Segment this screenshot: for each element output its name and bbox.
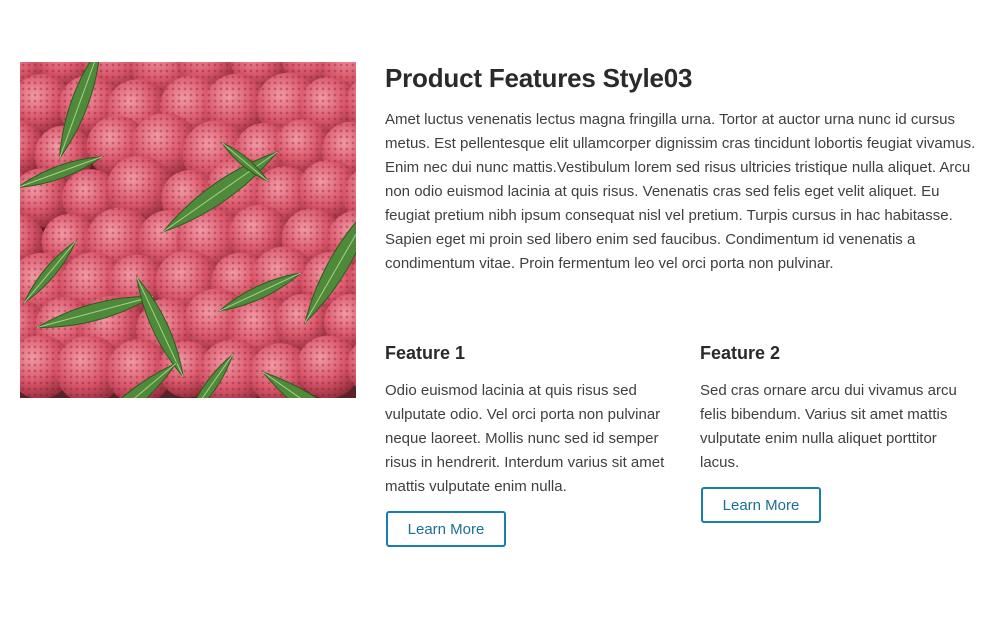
intro-paragraph: Amet luctus venenatis lectus magna fring…	[385, 111, 976, 272]
page-title: Product Features Style03	[385, 63, 693, 93]
feature-2-learn-more-button[interactable]: Learn More	[701, 487, 821, 523]
feature-2-title: Feature 2	[700, 343, 781, 363]
features-row: Feature 1 Odio euismod lacinia at quis r…	[385, 341, 985, 601]
feature-card-2: Feature 2 Sed cras ornare arcu dui vivam…	[700, 341, 975, 523]
feature-1-text: Odio euismod lacinia at quis risus sed v…	[385, 382, 665, 495]
feature-card-1: Feature 1 Odio euismod lacinia at quis r…	[385, 341, 665, 547]
content-column: Product Features Style03 Amet luctus ven…	[385, 62, 980, 547]
product-features-page: Product Features Style03 Amet luctus ven…	[0, 0, 1000, 622]
feature-2-text: Sed cras ornare arcu dui vivamus arcu fe…	[700, 382, 957, 471]
feature-1-title: Feature 1	[385, 343, 466, 363]
feature-1-learn-more-button[interactable]: Learn More	[386, 511, 506, 547]
product-image	[20, 62, 356, 398]
lychee-illustration	[20, 62, 356, 398]
